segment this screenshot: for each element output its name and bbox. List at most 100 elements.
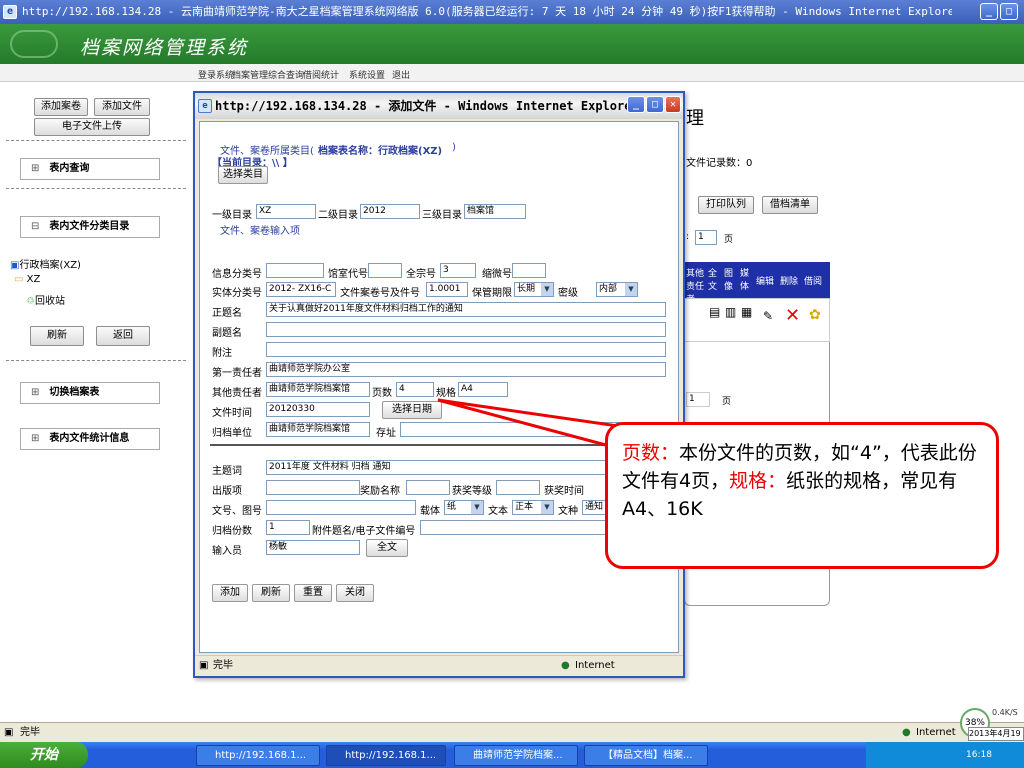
dialog-status-done: 完毕 xyxy=(213,660,233,671)
page-input[interactable]: 1 xyxy=(695,230,717,245)
fulltext-icon[interactable]: ▤ xyxy=(709,305,720,319)
award-level-input[interactable] xyxy=(496,480,540,495)
maximize-button[interactable]: □ xyxy=(1000,3,1018,20)
borrow-list-button[interactable]: 借档清单 xyxy=(762,196,818,214)
security-select[interactable]: 内部 xyxy=(596,282,638,297)
dialog-minimize-button[interactable]: _ xyxy=(627,96,645,113)
record-count: 文件记录数：0 xyxy=(686,158,753,169)
menu-archive[interactable]: 档案管理 xyxy=(232,68,268,81)
edit-icon[interactable]: ✎ xyxy=(763,309,773,323)
first-resp-input[interactable]: 曲靖师范学院办公室 xyxy=(266,362,666,377)
start-button[interactable]: 开始 xyxy=(0,742,88,768)
reset-button[interactable]: 重置 xyxy=(294,584,332,602)
award-input[interactable] xyxy=(406,480,450,495)
image-icon[interactable]: ▥ xyxy=(725,305,736,319)
fulltext-button[interactable]: 全文 xyxy=(366,539,408,557)
menu-settings[interactable]: 系统设置 xyxy=(349,68,385,81)
carrier-select[interactable]: 纸 xyxy=(444,500,484,515)
other-resp-input[interactable]: 曲靖师范学院档案馆 xyxy=(266,382,370,397)
archive-unit-input[interactable]: 曲靖师范学院档案馆 xyxy=(266,422,370,437)
taskbar-item[interactable]: 【精品文档】档案... xyxy=(584,745,708,766)
taskbar-item[interactable]: http://192.168.1... xyxy=(326,745,446,766)
dialog-status-zone: Internet xyxy=(575,660,615,671)
category-tree-label: 表内文件分类目录 xyxy=(49,221,130,232)
microfilm-input[interactable] xyxy=(512,263,546,278)
print-queue-button[interactable]: 打印队列 xyxy=(698,196,754,214)
dialog-maximize-button[interactable]: □ xyxy=(646,96,664,113)
inputter-input[interactable]: 杨敏 xyxy=(266,540,360,555)
retention-select[interactable]: 长期 xyxy=(514,282,554,297)
divider xyxy=(6,188,186,189)
minimize-button[interactable]: _ xyxy=(980,3,998,20)
menu-query[interactable]: 综合查询 xyxy=(268,68,304,81)
delete-icon[interactable]: ✕ xyxy=(785,305,800,326)
level2-input[interactable]: 2012 xyxy=(360,204,420,219)
dialog-close-button[interactable]: ✕ xyxy=(665,96,681,113)
add-file-dialog: e http://192.168.134.28 - 添加文件 - Windows… xyxy=(193,91,685,678)
copies-label: 归档份数 xyxy=(212,526,252,537)
hall-code-input[interactable] xyxy=(368,263,402,278)
level3-input[interactable]: 档案馆 xyxy=(464,204,526,219)
col-image: 图像 xyxy=(724,269,734,292)
tree-root[interactable]: ▣行政档案(XZ) xyxy=(10,256,81,271)
text-select[interactable]: 正本 xyxy=(512,500,554,515)
expand-icon: ⊞ xyxy=(31,163,40,174)
title-input[interactable]: 关于认真做好2011年度文件材料归档工作的通知 xyxy=(266,302,666,317)
tree-node-recycle[interactable]: ♲回收站 xyxy=(26,292,65,307)
add-button[interactable]: 添加 xyxy=(212,584,248,602)
text-label: 文本 xyxy=(488,506,508,517)
page-suffix: 页 xyxy=(724,235,734,245)
switch-table-label: 切换档案表 xyxy=(49,387,100,398)
add-file-button[interactable]: 添加文件 xyxy=(94,98,150,116)
copies-input[interactable]: 1 xyxy=(266,520,310,535)
entity-cls-input[interactable]: 2012- ZX16-C xyxy=(266,282,336,297)
choose-category-button[interactable]: 选择类目 xyxy=(218,166,268,184)
category-tree-item[interactable]: ⊟ 表内文件分类目录 xyxy=(20,216,160,238)
location-label: 存址 xyxy=(376,428,396,439)
security-label: 密级 xyxy=(558,288,578,299)
table-query-label: 表内查询 xyxy=(49,163,90,174)
date-input[interactable]: 20120330 xyxy=(266,402,370,417)
menu-borrow[interactable]: 借阅统计 xyxy=(303,68,339,81)
refresh-button[interactable]: 刷新 xyxy=(30,326,84,346)
clock[interactable]: 16:18 xyxy=(966,750,992,760)
doc-no-input[interactable] xyxy=(266,500,416,515)
doc-type-label: 文种 xyxy=(558,506,578,517)
page-icon: ▣ xyxy=(4,727,14,738)
category-table: 档案表名称：行政档案(XZ) xyxy=(318,146,443,157)
attach-label: 附件题名/电子文件编号 xyxy=(312,526,416,537)
back-button[interactable]: 返回 xyxy=(96,326,150,346)
file-no-input[interactable]: 1.0001 xyxy=(426,282,468,297)
archive-unit-label: 归档单位 xyxy=(212,428,252,439)
borrow-icon[interactable]: ✿ xyxy=(809,307,821,323)
upload-button[interactable]: 电子文件上传 xyxy=(34,118,150,136)
expand-icon: ⊞ xyxy=(31,433,40,444)
fonds-input[interactable]: 3 xyxy=(440,263,476,278)
attach-input[interactable] xyxy=(420,520,620,535)
media-icon[interactable]: ▦ xyxy=(741,305,752,319)
file-no-label: 文件案卷号及件号 xyxy=(340,288,420,299)
subtitle-label: 副题名 xyxy=(212,328,242,339)
table-row: ▤ ▥ ▦ ✎ ✕ ✿ xyxy=(684,298,830,342)
tree-node-xz[interactable]: ▭ XZ xyxy=(14,274,40,285)
publish-input[interactable] xyxy=(266,480,360,495)
table-query-item[interactable]: ⊞ 表内查询 xyxy=(20,158,160,180)
status-done: 完毕 xyxy=(20,727,40,738)
menu-logout[interactable]: 退出 xyxy=(392,68,410,81)
taskbar-item[interactable]: 曲靖师范学院档案... xyxy=(454,745,578,766)
info-cls-input[interactable] xyxy=(266,263,324,278)
microfilm-label: 缩微号 xyxy=(482,269,512,280)
close-button[interactable]: 关闭 xyxy=(336,584,374,602)
globe-icon: ● xyxy=(561,660,570,671)
switch-table-item[interactable]: ⊞ 切换档案表 xyxy=(20,382,160,404)
first-resp-label: 第一责任者 xyxy=(212,368,262,379)
note-input[interactable] xyxy=(266,342,666,357)
level1-input[interactable]: XZ xyxy=(256,204,316,219)
menu-login[interactable]: 登录系统 xyxy=(198,68,234,81)
taskbar-item[interactable]: http://192.168.1... xyxy=(196,745,320,766)
add-record-button[interactable]: 添加案卷 xyxy=(34,98,88,116)
col-delete: 删除 xyxy=(780,277,799,287)
subtitle-input[interactable] xyxy=(266,322,666,337)
refresh-form-button[interactable]: 刷新 xyxy=(252,584,290,602)
stats-item[interactable]: ⊞ 表内文件统计信息 xyxy=(20,428,160,450)
